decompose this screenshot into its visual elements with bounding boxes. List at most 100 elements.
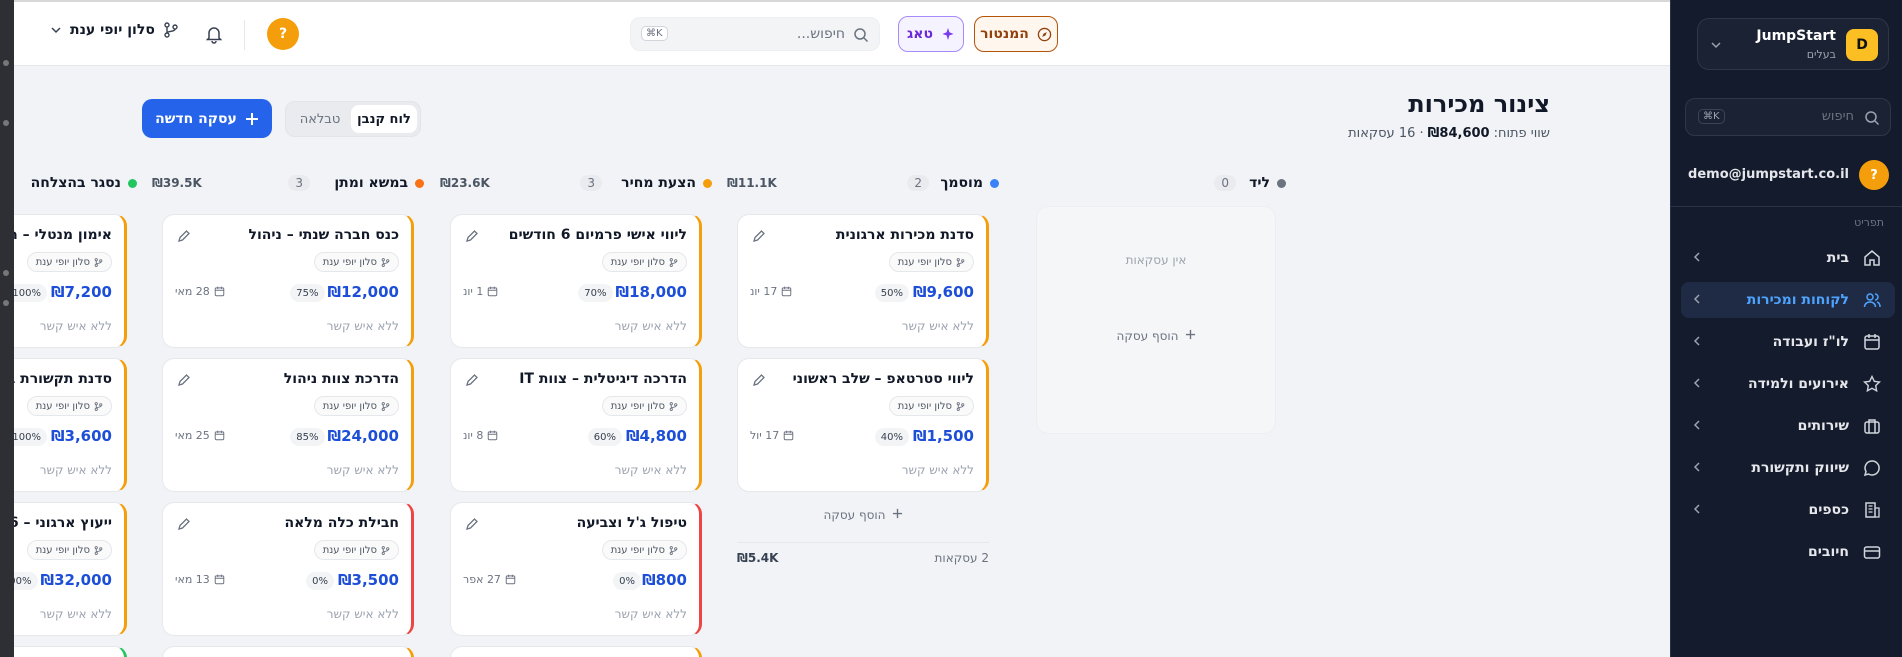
deal-card[interactable]: הדרכה דיגיטלית – צוות IT סלון יופי ענת ₪4,… <box>450 358 702 492</box>
edit-icon[interactable] <box>752 373 766 387</box>
footer-total: ₪5.4K <box>737 551 779 565</box>
calendar-icon <box>214 286 225 297</box>
column-header-2: הצעת מחיר 3 ₪23.6K <box>438 171 712 195</box>
column-name: מוסמך <box>940 175 983 191</box>
sidebar-item-label: לקוחות ומכירות <box>1746 292 1849 308</box>
sidebar-item-2[interactable]: לו"ז ועבודה <box>1681 324 1895 360</box>
deal-date-text: 27 אפר <box>463 573 501 586</box>
view-table-tab[interactable]: טבלאה <box>290 105 350 133</box>
sidebar-item-5[interactable]: שיווק ותקשורת <box>1681 450 1895 486</box>
deal-contact: ללא איש קשר <box>614 607 687 621</box>
column-name: במשא ומתן <box>334 175 408 191</box>
edit-icon[interactable] <box>465 229 479 243</box>
deal-date-text: 17 יונ <box>750 285 778 298</box>
edit-icon[interactable] <box>177 373 191 387</box>
brand-letter: D <box>1856 37 1868 53</box>
chevron-left-icon <box>1693 294 1700 304</box>
deal-probability: 60% <box>587 428 622 446</box>
sidebar-search-placeholder: חיפוש <box>1821 109 1854 124</box>
deal-amount: ₪4,800 <box>625 427 687 445</box>
salon-switcher[interactable]: סלון יופי ענת <box>50 22 179 38</box>
sidebar-item-0[interactable]: בית <box>1681 240 1895 276</box>
deal-card[interactable]: סדנת מכירות ארגונית סלון יופי ענת ₪9,600 50… <box>737 214 989 348</box>
column-name: נסגר בהצלחה <box>30 175 121 191</box>
sidebar-item-1[interactable]: לקוחות ומכירות <box>1681 282 1895 318</box>
branch-icon <box>164 22 178 38</box>
sidebar-item-label: אירועים ולמידה <box>1748 376 1849 392</box>
home-icon <box>1863 249 1881 267</box>
deal-card[interactable]: חבילת כלה מלאה סלון יופי ענת ₪3,500 0% 13 מא… <box>162 502 414 636</box>
deal-card[interactable]: טיפול ג'ל וצביעה סלון יופי ענת ₪800 0% 27 אפ… <box>450 502 702 636</box>
deal-probability: 100% <box>14 428 47 446</box>
deal-contact: ללא איש קשר <box>901 319 974 333</box>
calendar-icon <box>505 574 516 585</box>
users-icon <box>1863 291 1881 309</box>
sidebar-search[interactable]: חיפוש ⌘K <box>1685 98 1891 136</box>
deal-contact: ללא איש קשר <box>326 463 399 477</box>
sidebar-item-label: שיווק ותקשורת <box>1751 460 1849 476</box>
top-bar: סלון יופי ענת ? חיפוש... ⌘K טאג המנטור <box>14 0 1670 66</box>
deal-salon-name: סלון יופי ענת <box>897 400 952 412</box>
chat-icon <box>1863 459 1881 477</box>
search-icon <box>854 28 869 43</box>
branch-icon <box>956 257 965 267</box>
column-header-4: נסגר בהצלחה45.2K <box>14 171 137 195</box>
chevron-left-icon <box>1693 420 1700 430</box>
edit-icon[interactable] <box>177 517 191 531</box>
sidebar-item-label: חיובים <box>1808 544 1849 560</box>
column-color-dot <box>703 178 712 188</box>
bell-icon[interactable] <box>204 24 224 44</box>
deal-date: 13 מאי <box>175 573 225 586</box>
deal-title: הדרכה דיגיטלית – צוות IT <box>519 371 687 387</box>
sparkle-icon <box>942 28 954 40</box>
deal-date-text: 28 מאי <box>175 285 210 298</box>
sidebar-item-4[interactable]: שירותים <box>1681 408 1895 444</box>
deal-contact: ללא איש קשר <box>326 607 399 621</box>
deal-card[interactable]: הדרכת צוות ניהול סלון יופי ענת ₪24,000 85% 2… <box>162 358 414 492</box>
deal-title: ייעוץ ארגוני – Q2 2026 <box>14 515 112 531</box>
deal-salon-tag: סלון יופי ענת <box>313 252 399 272</box>
deal-card[interactable]: ליווי סטרטאפ – שלב ראשוני סלון יופי ענת ₪1… <box>737 358 989 492</box>
edit-icon[interactable] <box>465 517 479 531</box>
deal-contact: ללא איש קשר <box>614 319 687 333</box>
footer-count: 2 עסקאות <box>934 551 989 565</box>
new-deal-button[interactable]: עסקה חדשה <box>142 99 272 138</box>
deal-salon-tag: סלון יופי ענת <box>26 396 112 416</box>
deal-amount: ₪24,000 <box>327 427 399 445</box>
edit-icon[interactable] <box>465 373 479 387</box>
add-deal-link[interactable]: הוסף עסקה <box>737 508 989 522</box>
deal-card[interactable]: סדנת תקשורת בינאישית סלון יופי ענת ₪3,6001… <box>14 358 127 492</box>
deal-card[interactable]: ליווי אישי פרמיום 6 חודשים סלון יופי ענת ₪… <box>450 214 702 348</box>
deal-card[interactable]: אימון מנטלי – חבילת שנה סלון יופי ענת ₪7,2… <box>14 214 127 348</box>
deal-salon-tag: סלון יופי ענת <box>313 540 399 560</box>
deal-card[interactable]: ייעוץ ארגוני – Q2 2026 סלון יופי ענת ₪32,0… <box>14 502 127 636</box>
user-row[interactable]: ? demo@jumpstart.co.il <box>1681 160 1895 192</box>
sidebar-item-7[interactable]: חיובים <box>1681 534 1895 570</box>
chevron-down-icon <box>51 27 61 34</box>
deal-title: ליווי אישי פרמיום 6 חודשים <box>508 227 687 243</box>
edit-icon[interactable] <box>752 229 766 243</box>
search-input[interactable]: חיפוש... ⌘K <box>630 17 880 51</box>
credit-card-icon <box>1863 543 1881 561</box>
deal-probability: 0% <box>306 572 334 590</box>
add-deal-link[interactable]: הוסף עסקה <box>1037 329 1275 343</box>
sidebar-item-label: בית <box>1826 250 1849 266</box>
sidebar-item-3[interactable]: אירועים ולמידה <box>1681 366 1895 402</box>
deal-card[interactable]: כנס חברה שנתי – ניהול סלון יופי ענת ₪12,00… <box>162 214 414 348</box>
avatar[interactable]: ? <box>267 18 299 50</box>
chevron-left-icon <box>1693 504 1700 514</box>
column-count: 2 <box>907 175 929 191</box>
tag-button[interactable]: טאג <box>898 16 964 52</box>
branch-icon <box>956 401 965 411</box>
deal-contact: ללא איש קשר <box>39 607 112 621</box>
mentor-button[interactable]: המנטור <box>974 16 1058 52</box>
column-count: 3 <box>580 175 602 191</box>
page-title: צינור מכירות <box>1408 90 1550 118</box>
view-kanban-tab[interactable]: לוח קנבן <box>351 105 417 133</box>
deal-amount: ₪9,600 <box>912 283 974 301</box>
sidebar-item-6[interactable]: כספים <box>1681 492 1895 528</box>
edit-icon[interactable] <box>177 229 191 243</box>
branch-icon <box>669 401 678 411</box>
workspace-switcher[interactable]: D JumpStart בעלים <box>1697 18 1889 70</box>
deal-salon-tag: סלון יופי ענת <box>601 396 687 416</box>
